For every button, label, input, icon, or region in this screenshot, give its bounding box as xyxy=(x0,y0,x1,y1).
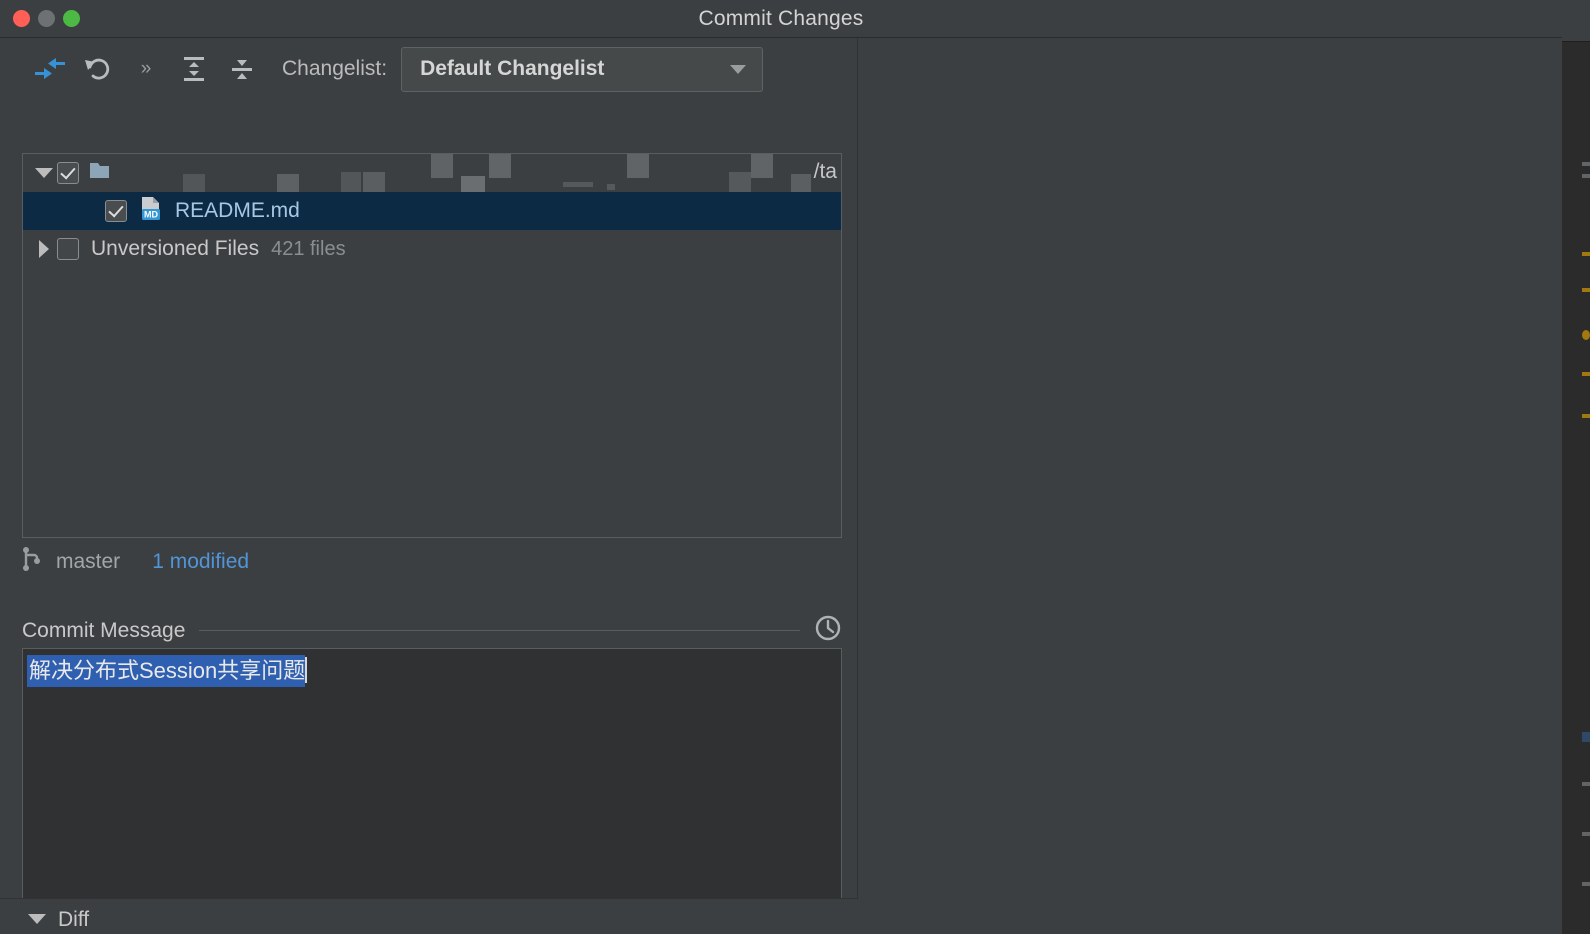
expand-triangle-icon[interactable] xyxy=(31,168,57,178)
chevron-down-icon xyxy=(730,64,747,74)
folder-icon xyxy=(89,161,111,186)
rollback-icon[interactable] xyxy=(74,49,122,89)
file-name-label: README.md xyxy=(175,199,300,222)
window-controls xyxy=(13,10,80,27)
row-checkbox[interactable] xyxy=(105,200,127,222)
tree-row[interactable]: /ta xyxy=(23,154,841,194)
background-tabstrip xyxy=(1560,0,1590,42)
more-actions-icon[interactable]: » xyxy=(122,49,170,89)
svg-text:MD: MD xyxy=(144,209,158,219)
changes-tree[interactable]: /ta MD README.md Unversioned Files 421 f… xyxy=(22,153,842,538)
path-tail-text: /ta xyxy=(813,160,837,183)
maximize-button[interactable] xyxy=(63,10,80,27)
expand-triangle-icon[interactable] xyxy=(31,240,57,258)
changelist-value: Default Changelist xyxy=(420,57,605,80)
close-button[interactable] xyxy=(13,10,30,27)
group-label: Unversioned Files xyxy=(91,237,260,260)
markdown-file-icon: MD xyxy=(139,196,165,227)
divider xyxy=(199,630,800,631)
commit-message-title: Commit Message xyxy=(22,618,186,642)
redacted-path xyxy=(23,154,841,194)
collapse-all-icon[interactable] xyxy=(218,49,266,89)
diff-label: Diff xyxy=(58,908,90,931)
dialog-body: » Changelist: Default Changelist /ta MD … xyxy=(0,38,1562,934)
left-pane: » Changelist: Default Changelist /ta MD … xyxy=(0,38,858,934)
tree-row[interactable]: MD README.md xyxy=(23,192,841,230)
right-pane: Git Author: Amend commit Sign-off commit xyxy=(858,38,1562,934)
changes-toolbar: » Changelist: Default Changelist xyxy=(0,38,857,100)
branch-name: master xyxy=(56,549,121,573)
screen: Commit Changes » Changelist: Default Cha… xyxy=(0,0,1590,934)
changelist-select[interactable]: Default Changelist xyxy=(401,46,764,92)
group-count: 421 files xyxy=(271,237,346,260)
show-diff-icon[interactable] xyxy=(26,49,74,89)
changelist-label: Changelist: xyxy=(282,57,388,80)
tree-row[interactable]: Unversioned Files 421 files xyxy=(23,230,841,268)
minimize-button[interactable] xyxy=(38,10,55,27)
diff-section-toggle[interactable]: Diff xyxy=(0,898,858,934)
commit-changes-dialog: Commit Changes » Changelist: Default Cha… xyxy=(0,0,1562,934)
commit-message-header: Commit Message xyxy=(22,614,842,647)
expand-all-icon[interactable] xyxy=(170,49,218,89)
row-checkbox[interactable] xyxy=(57,162,79,184)
commit-message-input[interactable]: 解决分布式Session共享问题 xyxy=(22,648,842,931)
modified-count[interactable]: 1 modified xyxy=(152,550,249,574)
background-editor-content xyxy=(1582,42,1590,934)
chevron-down-icon xyxy=(28,914,46,924)
status-bar: master 1 modified xyxy=(22,546,249,577)
branch-icon xyxy=(22,546,44,577)
history-clock-icon[interactable] xyxy=(814,614,842,647)
background-ide-sliver xyxy=(1560,0,1590,934)
title-bar: Commit Changes xyxy=(0,0,1562,38)
commit-message-text: 解决分布式Session共享问题 xyxy=(27,655,308,687)
row-checkbox[interactable] xyxy=(57,238,79,260)
window-title: Commit Changes xyxy=(698,6,864,30)
